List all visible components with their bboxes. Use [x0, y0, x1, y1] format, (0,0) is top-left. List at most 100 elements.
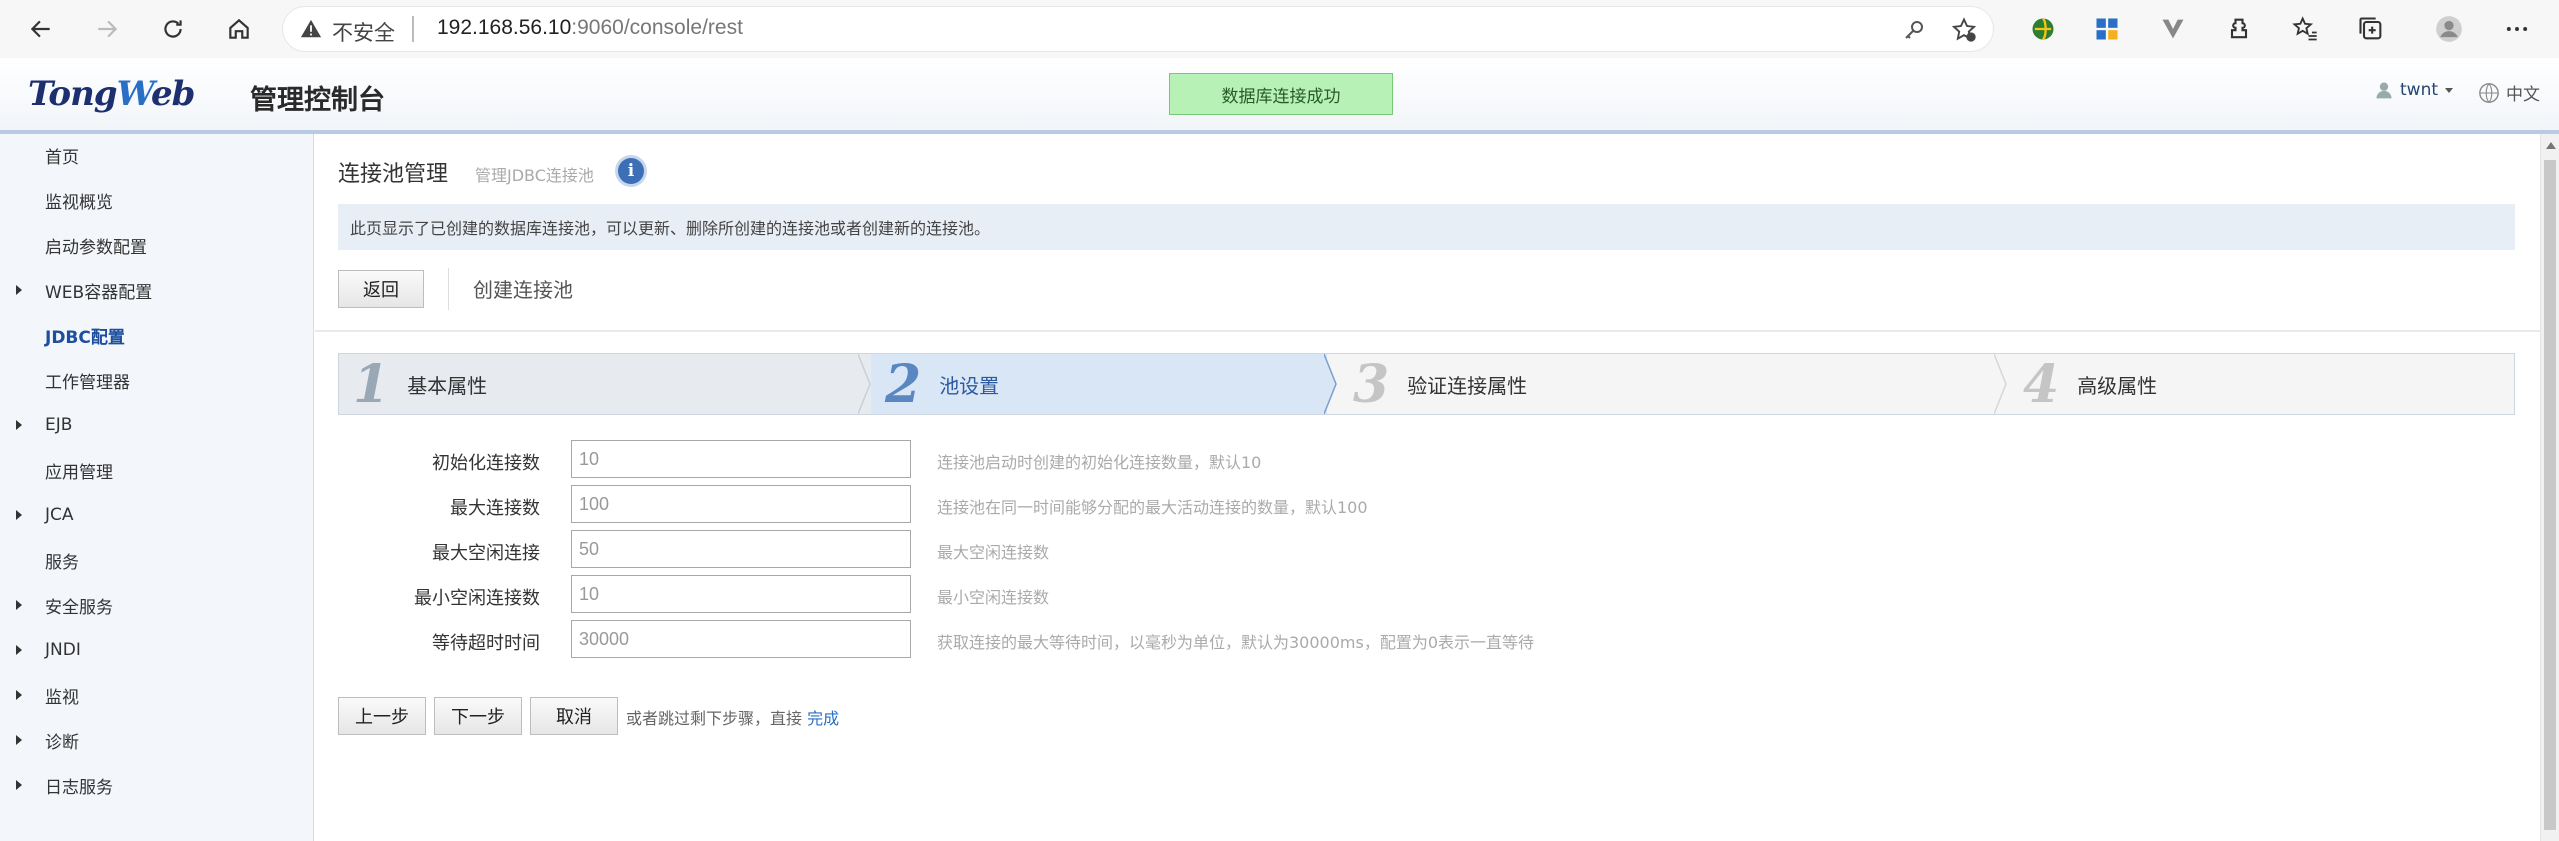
scrollbar-thumb[interactable] [2544, 160, 2556, 830]
sidebar-item-ejb[interactable]: EJB [0, 405, 313, 445]
form-row-initial-connections: 初始化连接数 连接池启动时创建的初始化连接数量，默认10 [315, 440, 2515, 480]
sidebar-item-startup-params[interactable]: 启动参数配置 [0, 225, 313, 265]
scroll-up-icon[interactable] [2546, 142, 2556, 149]
wait-timeout-input[interactable] [571, 620, 911, 658]
home-icon[interactable] [220, 10, 258, 48]
address-bar[interactable]: 不安全 192.168.56.10:9060/console/rest [282, 6, 1994, 52]
sidebar-item-label: 工作管理器 [45, 372, 130, 393]
info-icon[interactable]: i [618, 158, 644, 184]
sidebar-item-diagnostics[interactable]: 诊断 [0, 720, 313, 760]
back-icon[interactable] [22, 10, 60, 48]
favorites-icon[interactable] [2288, 12, 2322, 46]
field-label: 最大空闲连接 [432, 543, 540, 564]
form-row-max-connections: 最大连接数 连接池在同一时间能够分配的最大活动连接的数量，默认100 [315, 485, 2515, 525]
status-message: 数据库连接成功 [1169, 73, 1393, 115]
max-connections-input[interactable] [571, 485, 911, 523]
address-divider [412, 16, 414, 42]
form-row-wait-timeout: 等待超时时间 获取连接的最大等待时间，以毫秒为单位，默认为30000ms，配置为… [315, 620, 2515, 660]
back-button[interactable]: 返回 [338, 270, 424, 308]
language-label: 中文 [2506, 85, 2540, 105]
sidebar-item-home[interactable]: 首页 [0, 135, 313, 175]
max-idle-input[interactable] [571, 530, 911, 568]
sidebar: 首页 监视概览 启动参数配置 WEB容器配置 JDBC配置 工作管理器 EJB … [0, 134, 314, 841]
extension-icon[interactable] [2026, 12, 2060, 46]
sidebar-item-app-management[interactable]: 应用管理 [0, 450, 313, 490]
url-host: 192.168.56.10 [437, 16, 572, 39]
form-row-min-idle: 最小空闲连接数 最小空闲连接数 [315, 575, 2515, 615]
field-label: 初始化连接数 [432, 453, 540, 474]
expand-arrow-icon[interactable] [16, 510, 22, 520]
field-hint: 最小空闲连接数 [937, 588, 1050, 607]
wizard-step-1[interactable]: 1 基本属性 [339, 353, 871, 415]
sidebar-item-label: 日志服务 [45, 777, 113, 798]
expand-arrow-icon[interactable] [16, 600, 22, 610]
sidebar-item-services[interactable]: 服务 [0, 540, 313, 580]
sidebar-item-web-container[interactable]: WEB容器配置 [0, 270, 313, 310]
step-arrow-icon [858, 354, 871, 414]
sidebar-item-label: JDBC配置 [45, 327, 125, 348]
expand-arrow-icon[interactable] [16, 645, 22, 655]
step-number: 2 [885, 353, 922, 415]
expand-arrow-icon[interactable] [16, 285, 22, 295]
prev-step-button[interactable]: 上一步 [338, 697, 426, 735]
user-icon [2376, 82, 2392, 99]
profile-icon[interactable] [2432, 12, 2466, 46]
sidebar-item-label: 监视 [45, 687, 79, 708]
vpn-icon[interactable] [2156, 12, 2190, 46]
finish-link[interactable]: 完成 [807, 709, 839, 728]
globe-icon [2479, 82, 2499, 103]
field-label: 最大连接数 [450, 498, 540, 519]
sidebar-item-work-manager[interactable]: 工作管理器 [0, 360, 313, 400]
tongweb-logo: TongWeb [28, 74, 195, 114]
reload-icon[interactable] [154, 10, 192, 48]
main-content: 连接池管理 管理JDBC连接池 i 此页显示了已创建的数据库连接池，可以更新、删… [315, 134, 2540, 841]
vertical-scrollbar[interactable] [2540, 134, 2559, 841]
favorite-add-icon[interactable] [1950, 16, 1978, 44]
sidebar-item-logging[interactable]: 日志服务 [0, 765, 313, 805]
step-label: 基本属性 [407, 373, 488, 398]
toolbar-divider [448, 268, 449, 310]
apps-icon[interactable] [2090, 12, 2124, 46]
puzzle-icon[interactable] [2222, 12, 2256, 46]
step-label: 池设置 [939, 373, 1000, 398]
expand-arrow-icon[interactable] [16, 780, 22, 790]
user-menu[interactable]: twnt [2374, 80, 2454, 100]
sidebar-item-monitor-overview[interactable]: 监视概览 [0, 180, 313, 220]
wizard-step-3[interactable]: 3 验证连接属性 [1339, 354, 2001, 415]
wizard-step-4[interactable]: 4 高级属性 [2009, 354, 2514, 415]
step-number: 1 [353, 353, 390, 415]
warning-icon[interactable] [300, 18, 322, 40]
sidebar-item-label: 服务 [45, 552, 79, 573]
key-icon[interactable] [1902, 18, 1926, 42]
wizard-step-2[interactable]: 2 池设置 [871, 353, 1327, 415]
min-idle-input[interactable] [571, 575, 911, 613]
url-text[interactable]: 192.168.56.10:9060/console/rest [437, 16, 743, 40]
insecure-label[interactable]: 不安全 [332, 17, 395, 47]
expand-arrow-icon[interactable] [16, 690, 22, 700]
logo-part-eb: eb [151, 74, 195, 114]
page-title: 连接池管理 [338, 162, 449, 187]
skip-text: 或者跳过剩下步骤，直接 完成 [626, 705, 839, 729]
field-hint: 连接池启动时创建的初始化连接数量，默认10 [937, 453, 1262, 472]
cancel-button[interactable]: 取消 [530, 697, 618, 735]
language-switch[interactable]: 中文 [2478, 80, 2540, 105]
forward-icon[interactable] [88, 10, 126, 48]
chevron-down-icon [2445, 88, 2454, 93]
sidebar-item-label: JNDI [45, 640, 81, 660]
sidebar-item-jca[interactable]: JCA [0, 495, 313, 535]
expand-arrow-icon[interactable] [16, 420, 22, 430]
url-path: :9060/console/rest [571, 16, 743, 39]
collections-icon[interactable] [2354, 12, 2388, 46]
sidebar-item-label: 首页 [45, 147, 79, 168]
sidebar-item-jndi[interactable]: JNDI [0, 630, 313, 670]
step-label: 验证连接属性 [1407, 373, 1528, 398]
sidebar-item-monitor[interactable]: 监视 [0, 675, 313, 715]
sidebar-item-security[interactable]: 安全服务 [0, 585, 313, 625]
next-step-button[interactable]: 下一步 [434, 697, 522, 735]
initial-connections-input[interactable] [571, 440, 911, 478]
expand-arrow-icon[interactable] [16, 735, 22, 745]
more-icon[interactable] [2500, 12, 2534, 46]
sidebar-item-label: JCA [45, 505, 74, 525]
sidebar-item-label: EJB [45, 415, 73, 435]
sidebar-item-jdbc[interactable]: JDBC配置 [0, 315, 313, 355]
